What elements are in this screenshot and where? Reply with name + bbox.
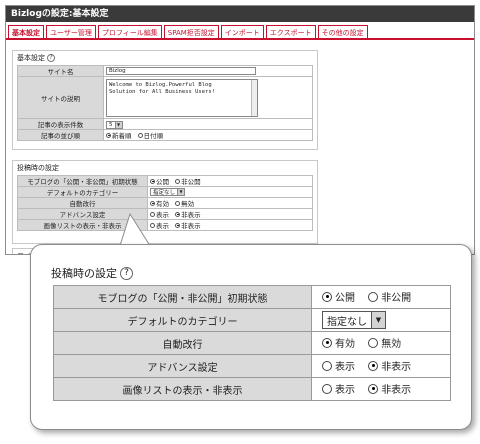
- callout-advanced-hide-label: 非表示: [381, 362, 412, 374]
- site-description-textarea[interactable]: Welcome to Bizlog.Powerful Blog Solution…: [106, 78, 258, 117]
- radio-checked-icon: [175, 211, 181, 217]
- order-date-label: 日付順: [143, 132, 164, 140]
- linebreak-on-radio[interactable]: 有効: [150, 198, 169, 208]
- zoom-callout: 投稿時の設定 ? モブログの「公開・非公開」初期状態 公開 非公開 デフォルトの…: [30, 244, 472, 430]
- callout-public-label: 公開: [335, 293, 355, 305]
- callout-linebreak-on-label: 有効: [335, 339, 355, 351]
- site-name-input[interactable]: Bizlog: [106, 67, 256, 75]
- advanced-hide-label: 非表示: [181, 211, 201, 219]
- tab-profile-edit[interactable]: プロフィール編集: [97, 25, 162, 38]
- radio-checked-icon: [175, 222, 181, 228]
- callout-image-list-show-label: 表示: [335, 385, 355, 397]
- tab-export[interactable]: エクスポート: [265, 25, 316, 38]
- callout-advanced-settings-label: アドバンス設定: [53, 354, 312, 378]
- basic-settings-section: 基本設定 ? サイト名 Bizlog サイトの説明 Welcome to Biz…: [12, 50, 318, 150]
- site-description-text: Welcome to Bizlog.Powerful Blog Solution…: [109, 81, 215, 95]
- tab-spam-settings[interactable]: SPAM拒否設定: [163, 25, 219, 38]
- triangle-down-icon: ▼: [177, 189, 185, 195]
- tab-bar: 基本設定 ユーザー管理 プロフィール編集 SPAM拒否設定 インポート エクスポ…: [6, 22, 474, 40]
- radio-checked-icon: [322, 337, 332, 348]
- window-title: Bizlogの設定:基本設定: [6, 6, 474, 22]
- site-name-label: サイト名: [17, 65, 104, 77]
- basic-settings-title: 基本設定: [17, 54, 45, 62]
- mobile-publish-label: モブログの「公開・非公開」初期状態: [17, 175, 148, 187]
- callout-public-radio[interactable]: 公開: [322, 289, 355, 304]
- triangle-down-icon: ▼: [114, 121, 122, 128]
- callout-default-category-select[interactable]: 指定なし ▼: [322, 311, 386, 329]
- radio-checked-icon: [368, 360, 379, 371]
- callout-mobile-publish-label: モブログの「公開・非公開」初期状態: [53, 285, 312, 309]
- callout-advanced-hide-radio[interactable]: 非表示: [368, 358, 411, 373]
- callout-advanced-show-label: 表示: [335, 362, 355, 374]
- order-newest-label: 新着順: [112, 132, 132, 140]
- linebreak-off-label: 無効: [181, 200, 195, 208]
- callout-image-list-hide-radio[interactable]: 非表示: [368, 381, 411, 396]
- callout-advanced-show-radio[interactable]: 表示: [322, 358, 355, 373]
- order-newest-radio[interactable]: 新着順: [106, 130, 132, 140]
- post-count-label: 記事の表示件数: [17, 118, 104, 130]
- order-date-radio[interactable]: 日付順: [137, 130, 164, 140]
- auto-linebreak-label: 自動改行: [17, 197, 148, 209]
- callout-heading: 投稿時の設定 ?: [51, 265, 133, 281]
- callout-image-list-label: 画像リストの表示・非表示: [53, 377, 312, 401]
- basic-settings-table: サイト名 Bizlog サイトの説明 Welcome to Bizlog.Pow…: [17, 65, 313, 141]
- textarea-scrollbar[interactable]: [251, 79, 257, 116]
- post-count-select[interactable]: 5 ▼: [106, 120, 123, 129]
- callout-private-label: 非公開: [381, 293, 412, 305]
- default-category-value: 指定なし: [153, 190, 176, 196]
- radio-checked-icon: [150, 178, 155, 184]
- basic-settings-heading: 基本設定 ?: [13, 51, 317, 65]
- radio-unchecked-icon: [368, 291, 379, 302]
- callout-private-radio[interactable]: 非公開: [368, 289, 411, 304]
- posting-settings-heading: 投稿時の設定: [13, 161, 317, 175]
- linebreak-off-radio[interactable]: 無効: [175, 198, 194, 208]
- default-category-label: デフォルトのカテゴリー: [17, 186, 148, 198]
- post-count-value: 5: [109, 121, 113, 128]
- radio-checked-icon: [368, 383, 379, 394]
- callout-title: 投稿時の設定: [51, 267, 117, 280]
- radio-unchecked-icon: [175, 200, 181, 206]
- radio-checked-icon: [322, 291, 332, 302]
- callout-image-list-show-radio[interactable]: 表示: [322, 381, 355, 396]
- mobile-public-label: 公開: [156, 178, 169, 186]
- tab-other-settings[interactable]: その他の設定: [317, 25, 368, 38]
- radio-unchecked-icon: [322, 383, 332, 394]
- site-description-label: サイトの説明: [17, 76, 104, 119]
- tab-user-management[interactable]: ユーザー管理: [46, 25, 96, 38]
- callout-linebreak-on-radio[interactable]: 有効: [322, 335, 355, 350]
- linebreak-on-label: 有効: [156, 200, 169, 208]
- callout-image-list-hide-label: 非表示: [381, 385, 412, 397]
- post-order-label: 記事の並び順: [17, 129, 104, 141]
- tab-basic-settings[interactable]: 基本設定: [8, 25, 44, 38]
- radio-unchecked-icon: [368, 337, 379, 348]
- image-list-hide-radio[interactable]: 非表示: [175, 220, 201, 230]
- callout-default-category-label: デフォルトのカテゴリー: [53, 308, 312, 332]
- callout-linebreak-off-radio[interactable]: 無効: [368, 335, 401, 350]
- radio-unchecked-icon: [137, 132, 143, 138]
- callout-default-category-value: 指定なし: [327, 316, 367, 328]
- question-circle-icon[interactable]: ?: [120, 266, 133, 280]
- callout-auto-linebreak-label: 自動改行: [53, 331, 312, 355]
- mobile-private-radio[interactable]: 非公開: [175, 176, 201, 186]
- radio-checked-icon: [106, 132, 111, 138]
- posting-settings-title: 投稿時の設定: [17, 164, 59, 172]
- radio-unchecked-icon: [175, 178, 181, 184]
- callout-linebreak-off-label: 無効: [381, 339, 402, 351]
- mobile-public-radio[interactable]: 公開: [150, 176, 169, 186]
- image-list-hide-label: 非表示: [181, 222, 201, 230]
- tab-import[interactable]: インポート: [220, 25, 264, 38]
- triangle-down-icon: ▼: [371, 312, 385, 328]
- callout-settings-table: モブログの「公開・非公開」初期状態 公開 非公開 デフォルトのカテゴリー 指定な…: [53, 285, 451, 401]
- default-category-select[interactable]: 指定なし ▼: [150, 188, 186, 196]
- settings-window: Bizlogの設定:基本設定 基本設定 ユーザー管理 プロフィール編集 SPAM…: [5, 5, 475, 255]
- mobile-private-label: 非公開: [181, 178, 201, 186]
- radio-unchecked-icon: [322, 360, 332, 371]
- advanced-hide-radio[interactable]: 非表示: [175, 209, 201, 219]
- radio-checked-icon: [150, 200, 155, 206]
- question-circle-icon[interactable]: ?: [47, 54, 55, 62]
